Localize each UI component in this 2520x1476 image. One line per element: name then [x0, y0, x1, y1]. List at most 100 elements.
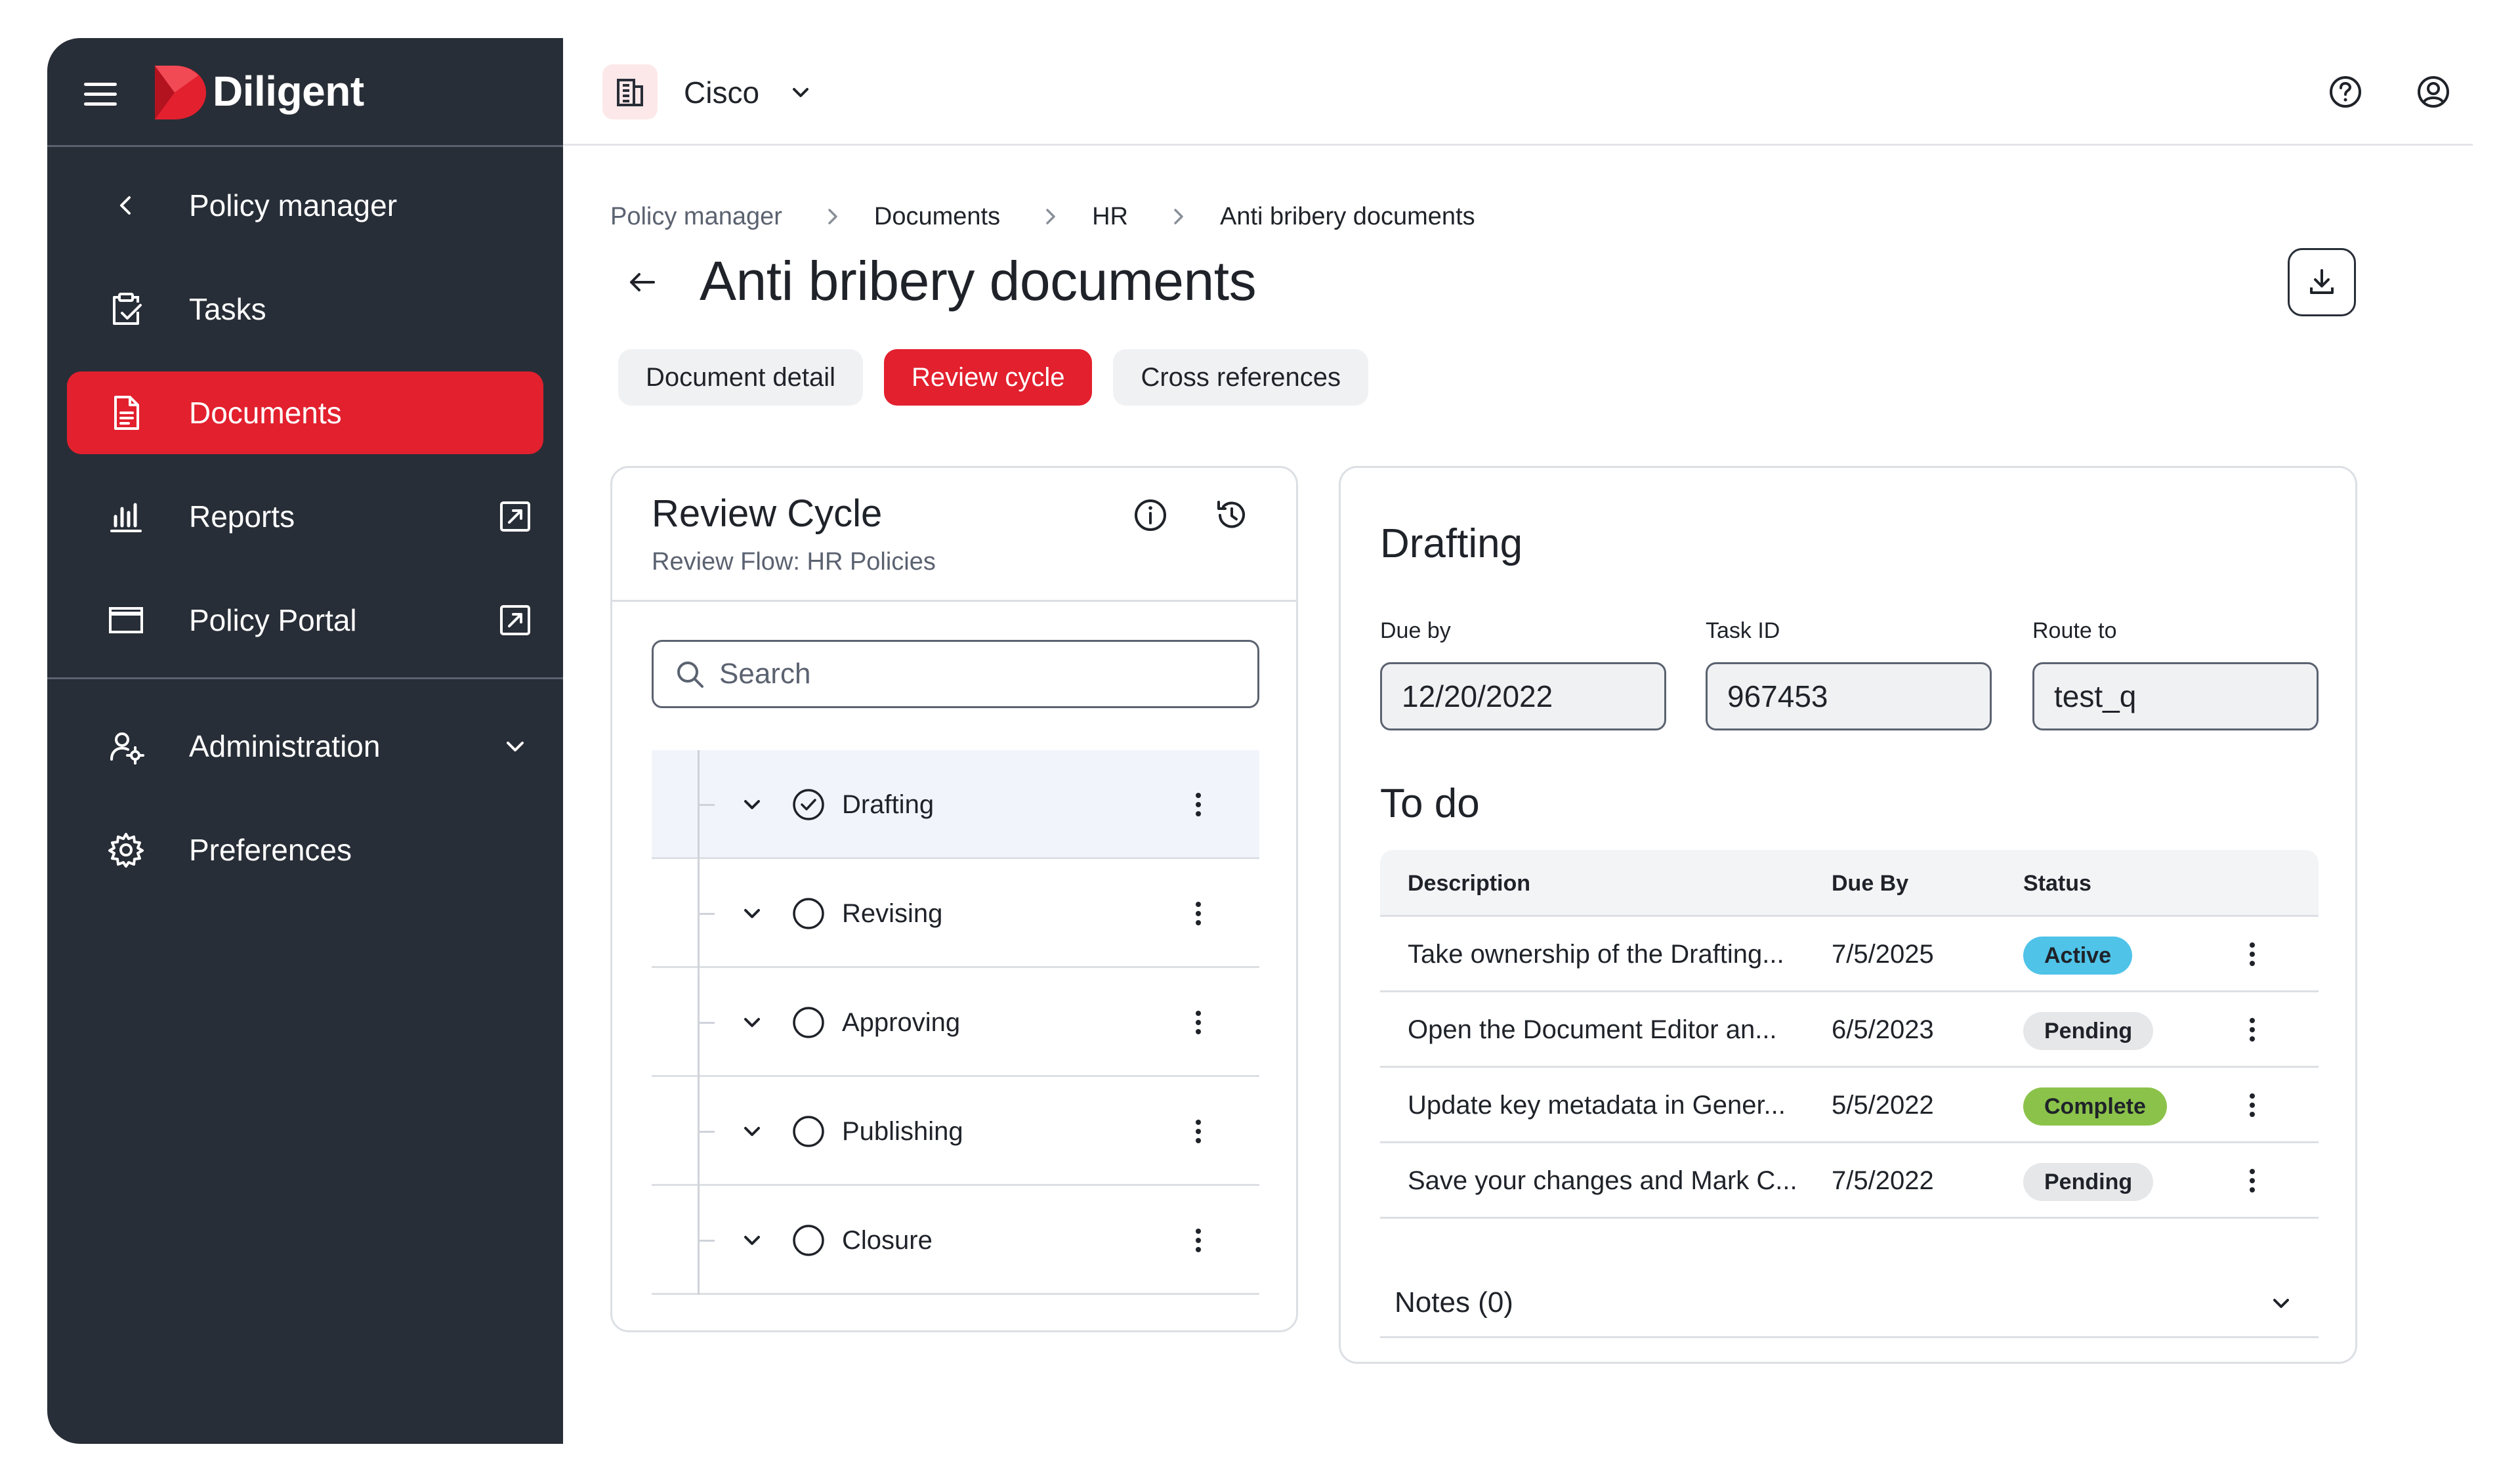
column-header-due-by[interactable]: Due By	[1832, 850, 1908, 917]
todo-table: Description Due By Status Take ownership…	[1380, 850, 2319, 1219]
due-by-field[interactable]	[1380, 662, 1666, 730]
chevron-down-icon[interactable]	[737, 1007, 767, 1038]
more-options-icon[interactable]	[1181, 896, 1216, 931]
review-cycle-title: Review Cycle	[652, 492, 883, 535]
sidebar-item-policy-manager[interactable]: Policy manager	[67, 164, 543, 247]
tree-line	[698, 1240, 715, 1242]
column-header-description[interactable]: Description	[1408, 850, 1530, 917]
status-badge: Active	[2023, 937, 2133, 975]
org-selector-label[interactable]: Cisco	[684, 71, 759, 114]
tab-document-detail[interactable]: Document detail	[618, 349, 864, 406]
back-arrow-icon[interactable]	[623, 264, 660, 301]
task-description: Update key metadata in Gener...	[1408, 1091, 1786, 1120]
breadcrumb-documents[interactable]: Documents	[874, 203, 1000, 231]
todo-title: To do	[1380, 781, 1480, 826]
task-due-date: 5/5/2022	[1832, 1091, 1934, 1120]
table-row[interactable]: Update key metadata in Gener... 5/5/2022…	[1380, 1068, 2319, 1143]
external-link-icon	[500, 501, 530, 532]
task-id-field[interactable]	[1706, 662, 1992, 730]
user-account-icon[interactable]	[2414, 72, 2453, 112]
sidebar-item-label: Reports	[189, 499, 295, 534]
history-icon[interactable]	[1212, 496, 1251, 535]
breadcrumb-current: Anti bribery documents	[1220, 202, 1475, 230]
stage-row-revising[interactable]: Revising	[652, 859, 1259, 968]
stage-label: Revising	[842, 899, 943, 928]
chevron-down-icon[interactable]	[737, 790, 767, 820]
building-icon[interactable]	[602, 64, 658, 119]
download-button[interactable]	[2288, 248, 2356, 316]
stage-row-approving[interactable]: Approving	[652, 968, 1259, 1077]
table-row[interactable]: Save your changes and Mark C... 7/5/2022…	[1380, 1143, 2319, 1219]
topbar: Cisco	[563, 38, 2473, 146]
chevron-left-icon	[120, 196, 131, 215]
more-options-icon[interactable]	[2235, 1163, 2270, 1198]
notes-label: Notes (0)	[1395, 1286, 1513, 1318]
sidebar-item-tasks[interactable]: Tasks	[67, 268, 543, 350]
notes-accordion[interactable]: Notes (0)	[1380, 1267, 2319, 1338]
task-description: Open the Document Editor an...	[1408, 1015, 1777, 1044]
chevron-right-icon	[828, 209, 837, 224]
more-options-icon[interactable]	[1181, 1005, 1216, 1040]
sidebar-item-label: Documents	[189, 396, 342, 430]
sidebar-item-administration[interactable]: Administration	[67, 705, 543, 788]
breadcrumb-hr[interactable]: HR	[1092, 203, 1128, 231]
sidebar-item-label: Tasks	[189, 292, 266, 326]
search-icon	[677, 662, 704, 688]
tree-line	[698, 1022, 715, 1024]
route-to-field[interactable]	[2032, 662, 2319, 730]
tree-line	[698, 1131, 715, 1133]
task-due-date: 7/5/2025	[1832, 940, 1934, 969]
stage-row-publishing[interactable]: Publishing	[652, 1077, 1259, 1186]
status-badge: Pending	[2023, 1163, 2154, 1201]
column-header-status[interactable]: Status	[2023, 850, 2091, 917]
clipboard-check-icon	[113, 293, 142, 325]
chevron-down-icon[interactable]	[785, 77, 816, 109]
sidebar-item-preferences[interactable]: Preferences	[67, 809, 543, 891]
more-options-icon[interactable]	[2235, 937, 2270, 972]
stage-row-closure[interactable]: Closure	[652, 1186, 1259, 1295]
sidebar-item-documents[interactable]: Documents	[67, 371, 543, 454]
circle-icon	[793, 1007, 824, 1038]
drafting-panel: Drafting Due by Task ID Route to To do D…	[1339, 466, 2357, 1364]
breadcrumb-policy-manager[interactable]: Policy manager	[610, 203, 782, 231]
hamburger-menu-icon[interactable]	[84, 77, 117, 110]
task-id-label: Task ID	[1706, 618, 1780, 643]
table-row[interactable]: Open the Document Editor an... 6/5/2023 …	[1380, 992, 2319, 1068]
chevron-down-icon[interactable]	[737, 1116, 767, 1147]
diligent-logo-icon	[155, 66, 206, 119]
circle-icon	[793, 898, 824, 929]
search-input[interactable]	[719, 642, 1244, 706]
more-options-icon[interactable]	[1181, 1114, 1216, 1149]
more-options-icon[interactable]	[1181, 1223, 1216, 1258]
tab-bar: Document detail Review cycle Cross refer…	[618, 349, 1369, 406]
more-options-icon[interactable]	[1181, 787, 1216, 822]
help-icon[interactable]	[2326, 72, 2365, 112]
window-icon	[109, 607, 143, 633]
chevron-down-icon[interactable]	[2266, 1288, 2296, 1318]
table-header: Description Due By Status	[1380, 850, 2319, 917]
table-row[interactable]: Take ownership of the Drafting... 7/5/20…	[1380, 917, 2319, 992]
tree-line	[698, 913, 715, 915]
sidebar-brand: Diligent	[47, 38, 563, 147]
stage-row-drafting[interactable]: Drafting	[652, 750, 1259, 859]
chevron-down-icon[interactable]	[737, 898, 767, 929]
sidebar-item-policy-portal[interactable]: Policy Portal	[67, 579, 543, 662]
sidebar-divider	[47, 677, 563, 679]
chevron-down-icon	[507, 742, 524, 751]
sidebar-item-reports[interactable]: Reports	[67, 475, 543, 558]
external-link-icon	[500, 605, 530, 635]
stage-label: Approving	[842, 1008, 961, 1037]
stage-label: Publishing	[842, 1117, 963, 1146]
chevron-right-icon	[1046, 209, 1055, 224]
search-box	[652, 640, 1259, 708]
sidebar: Diligent Policy manager Tasks Documents …	[47, 38, 563, 1444]
sidebar-item-label: Administration	[189, 729, 381, 763]
more-options-icon[interactable]	[2235, 1087, 2270, 1123]
info-icon[interactable]	[1131, 496, 1170, 535]
gear-icon	[108, 833, 144, 868]
more-options-icon[interactable]	[2235, 1012, 2270, 1047]
document-icon	[114, 396, 139, 430]
tab-review-cycle[interactable]: Review cycle	[884, 349, 1093, 406]
chevron-down-icon[interactable]	[737, 1225, 767, 1255]
tab-cross-references[interactable]: Cross references	[1113, 349, 1369, 406]
